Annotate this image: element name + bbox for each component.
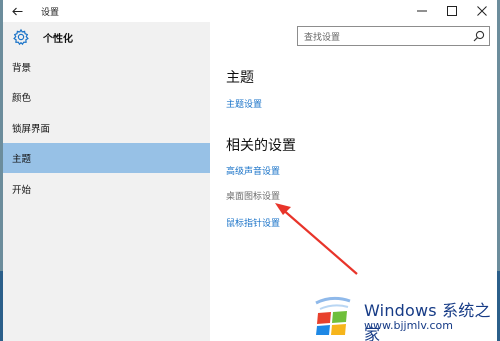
section-title-related-settings: 相关的设置 (226, 138, 296, 154)
gear-icon (13, 28, 29, 46)
close-button[interactable] (467, 0, 497, 22)
close-icon (477, 6, 487, 16)
window-controls (407, 0, 497, 22)
title-bar: 设置 (3, 0, 497, 22)
search-input[interactable]: 查找设置 (297, 26, 490, 46)
minimize-button[interactable] (407, 0, 437, 22)
maximize-icon (447, 6, 457, 16)
page-title: 个性化 (43, 34, 73, 45)
windows-logo-icon (315, 296, 351, 335)
sidebar-item-themes[interactable]: 主题 (3, 143, 210, 173)
section-title-theme: 主题 (226, 70, 254, 86)
sidebar-item-label: 主题 (12, 154, 32, 165)
advanced-sound-settings-link[interactable]: 高级声音设置 (226, 164, 280, 177)
mouse-pointer-settings-link[interactable]: 鼠标指针设置 (226, 216, 280, 229)
sidebar-header: 个性化 (3, 22, 210, 52)
desktop-icon-settings-link[interactable]: 桌面图标设置 (226, 189, 280, 202)
watermark-url: www.bjjmlv.com (364, 319, 453, 332)
theme-settings-link[interactable]: 主题设置 (226, 97, 262, 110)
window-title: 设置 (41, 7, 60, 18)
sidebar-item-start[interactable]: 开始 (3, 174, 210, 204)
sidebar-item-colors[interactable]: 颜色 (3, 82, 210, 112)
sidebar-item-label: 开始 (12, 185, 32, 196)
minimize-icon (417, 10, 427, 12)
sidebar-item-background[interactable]: 背景 (3, 52, 210, 82)
sidebar-item-label: 背景 (12, 63, 32, 74)
search-icon[interactable] (473, 30, 485, 42)
sidebar: 个性化 背景 颜色 锁屏界面 主题 开始 (3, 22, 210, 341)
arrow-left-icon (11, 7, 22, 15)
sidebar-item-lock-screen[interactable]: 锁屏界面 (3, 113, 210, 143)
back-button[interactable] (3, 0, 31, 22)
maximize-button[interactable] (437, 0, 467, 22)
watermark: Windows 系统之家 www.bjjmlv.com (312, 290, 498, 341)
search-placeholder: 查找设置 (304, 32, 341, 43)
sidebar-item-label: 锁屏界面 (12, 124, 51, 135)
sidebar-item-label: 颜色 (12, 93, 32, 104)
